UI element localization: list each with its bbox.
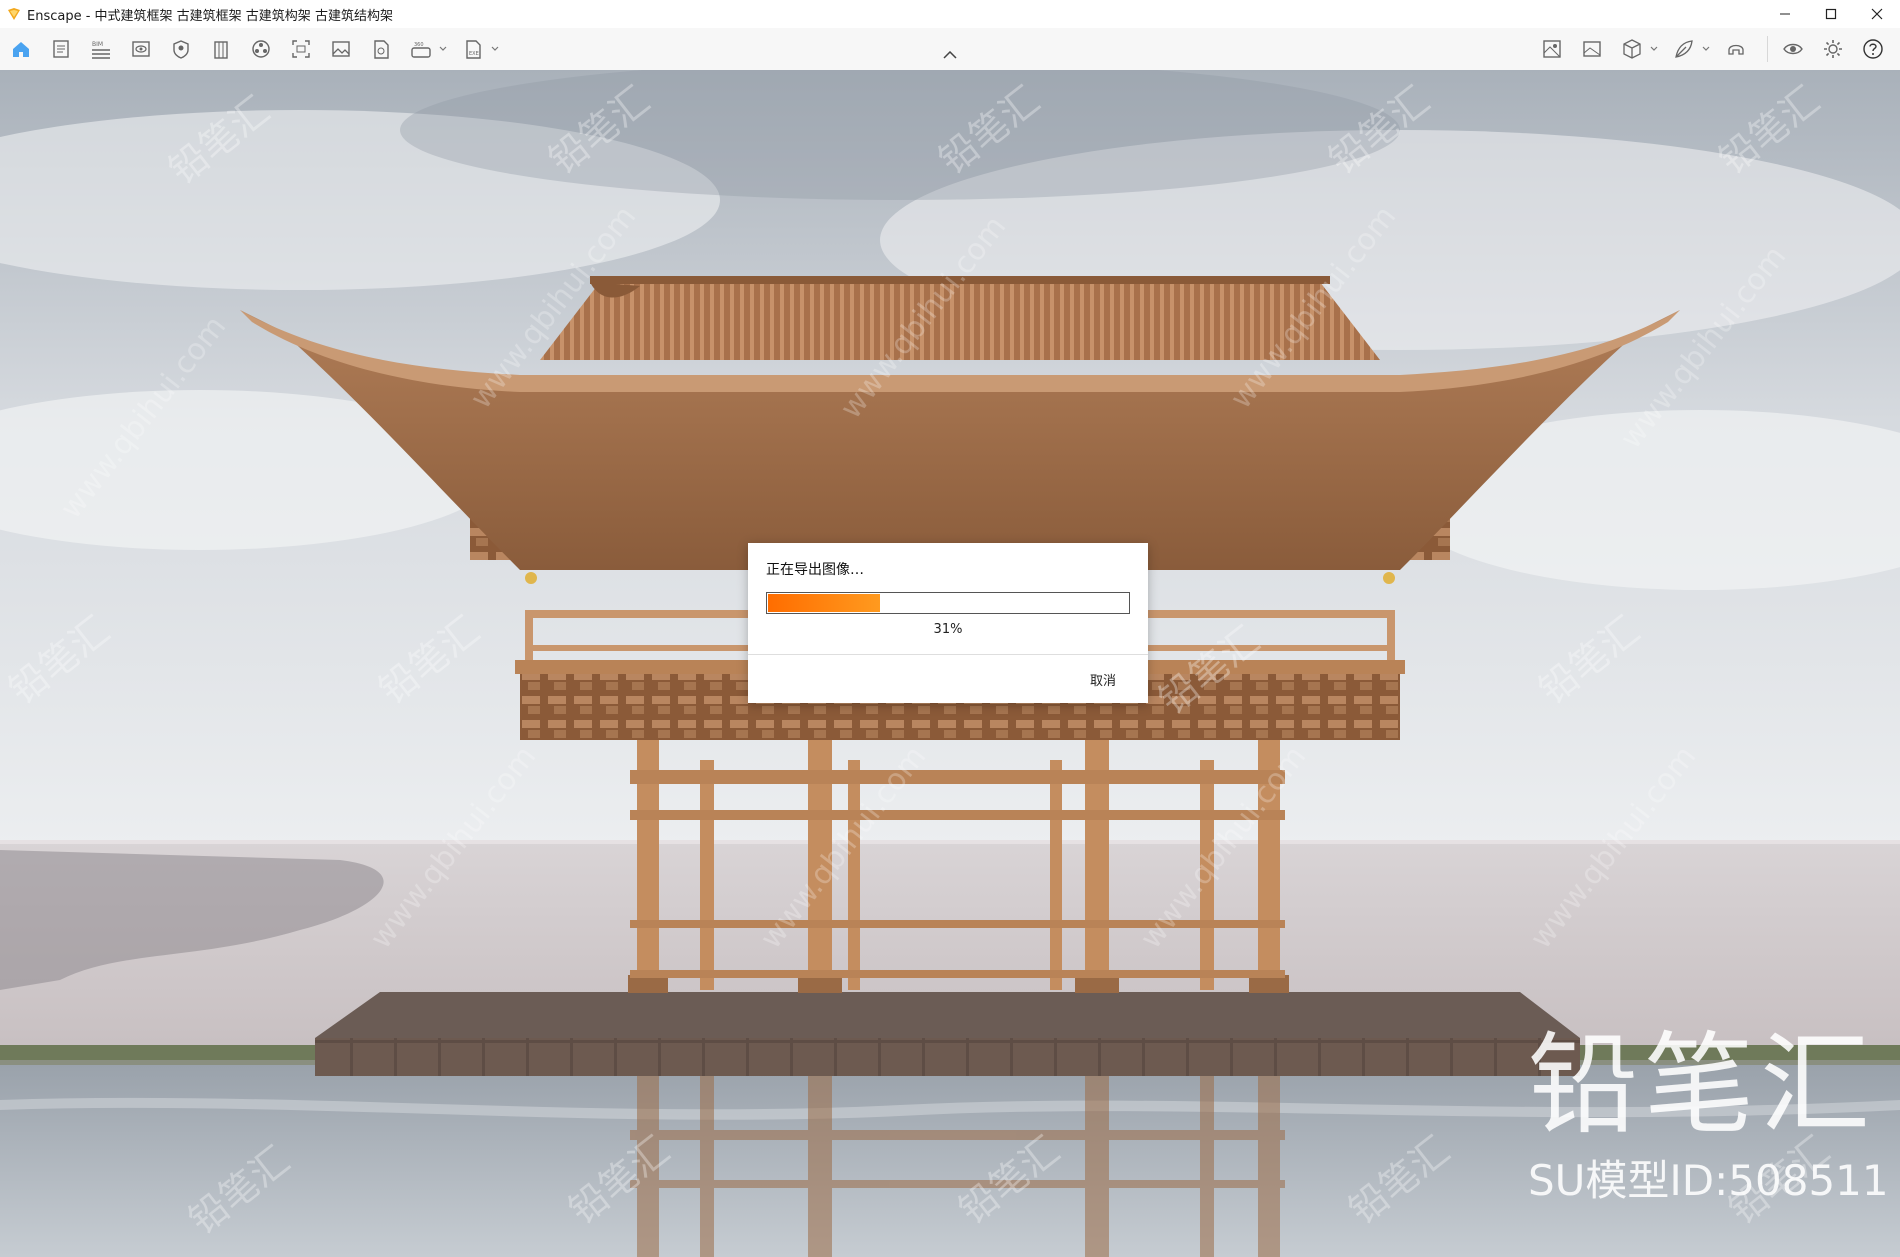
progress-percent: 31% bbox=[933, 622, 963, 637]
export-dropdown[interactable] bbox=[490, 35, 500, 63]
minimize-button[interactable] bbox=[1762, 0, 1808, 28]
file-button[interactable] bbox=[364, 35, 398, 63]
building-icon bbox=[214, 41, 228, 59]
building-button[interactable] bbox=[204, 35, 238, 63]
maximize-icon bbox=[1825, 8, 1837, 20]
export-progress-dialog: 正在导出图像… 31% 取消 bbox=[748, 543, 1148, 703]
export-icon: EXE bbox=[466, 40, 481, 59]
file-icon bbox=[374, 40, 389, 59]
close-icon bbox=[1871, 8, 1883, 20]
chevron-down-icon bbox=[1702, 46, 1710, 51]
chevron-down-icon bbox=[491, 46, 499, 51]
leaf-button[interactable] bbox=[1667, 35, 1701, 63]
bim-button[interactable]: BIM bbox=[84, 35, 118, 63]
progress-bar bbox=[766, 592, 1130, 614]
settings-button[interactable] bbox=[1816, 35, 1850, 63]
svg-text:360: 360 bbox=[414, 42, 424, 48]
screenshot-icon bbox=[292, 40, 310, 58]
safety-button[interactable] bbox=[164, 35, 198, 63]
eye-icon bbox=[1783, 43, 1803, 55]
title-bar: Enscape - 中式建筑框架 古建筑框架 古建筑构架 古建筑结构架 bbox=[0, 0, 1900, 28]
leaf-icon bbox=[1675, 40, 1693, 58]
view-button[interactable] bbox=[124, 35, 158, 63]
dialog-title: 正在导出图像… bbox=[766, 562, 864, 578]
document-icon bbox=[53, 40, 69, 58]
cube-icon bbox=[1623, 39, 1641, 59]
help-icon bbox=[1863, 39, 1883, 59]
chevron-down-icon bbox=[439, 46, 447, 51]
map-icon bbox=[1543, 40, 1561, 58]
vr-button[interactable] bbox=[1719, 35, 1753, 63]
panorama-dropdown[interactable] bbox=[438, 35, 448, 63]
enscape-logo-icon bbox=[8, 8, 20, 20]
map-button[interactable] bbox=[1535, 35, 1569, 63]
settings-icon bbox=[1824, 40, 1842, 58]
panorama-icon: 360 bbox=[411, 42, 431, 58]
picture-icon bbox=[1583, 41, 1601, 57]
progress-fill bbox=[768, 594, 880, 612]
picture-button[interactable] bbox=[1575, 35, 1609, 63]
watermark-brand-logo: 铅笔汇 bbox=[1528, 1021, 1876, 1149]
minimize-icon bbox=[1780, 13, 1790, 15]
dialog-divider bbox=[748, 654, 1148, 655]
home-icon bbox=[13, 42, 29, 57]
cube-dropdown[interactable] bbox=[1649, 35, 1659, 63]
document-button[interactable] bbox=[44, 35, 78, 63]
maximize-button[interactable] bbox=[1808, 0, 1854, 28]
chevron-down-icon bbox=[1650, 46, 1658, 51]
panorama-button[interactable]: 360 bbox=[404, 35, 438, 63]
image-icon bbox=[332, 41, 350, 57]
svg-text:BIM: BIM bbox=[92, 41, 103, 48]
svg-text:EXE: EXE bbox=[469, 51, 479, 57]
toolbar-collapse-button[interactable] bbox=[940, 48, 960, 62]
image-button[interactable] bbox=[324, 35, 358, 63]
screenshot-button[interactable] bbox=[284, 35, 318, 63]
visibility-button[interactable] bbox=[1776, 35, 1810, 63]
headset-icon bbox=[1728, 44, 1744, 55]
chevron-up-icon bbox=[943, 51, 957, 59]
export-button[interactable]: EXE bbox=[456, 35, 490, 63]
bim-icon: BIM bbox=[92, 41, 110, 59]
shield-icon bbox=[173, 40, 189, 59]
cube-button[interactable] bbox=[1615, 35, 1649, 63]
model-id-label: SU模型ID:508511 bbox=[1528, 1156, 1889, 1205]
window-title: Enscape - 中式建筑框架 古建筑框架 古建筑构架 古建筑结构架 bbox=[27, 8, 393, 24]
help-button[interactable] bbox=[1856, 35, 1890, 63]
close-button[interactable] bbox=[1854, 0, 1900, 28]
view-icon bbox=[132, 41, 150, 57]
toolbar-separator bbox=[1767, 36, 1768, 62]
toolbar: BIM 360 EXE bbox=[0, 28, 1900, 71]
leaf-dropdown[interactable] bbox=[1701, 35, 1711, 63]
materials-icon bbox=[252, 40, 270, 58]
cancel-button[interactable]: 取消 bbox=[1090, 670, 1116, 689]
materials-button[interactable] bbox=[244, 35, 278, 63]
home-button[interactable] bbox=[4, 35, 38, 63]
